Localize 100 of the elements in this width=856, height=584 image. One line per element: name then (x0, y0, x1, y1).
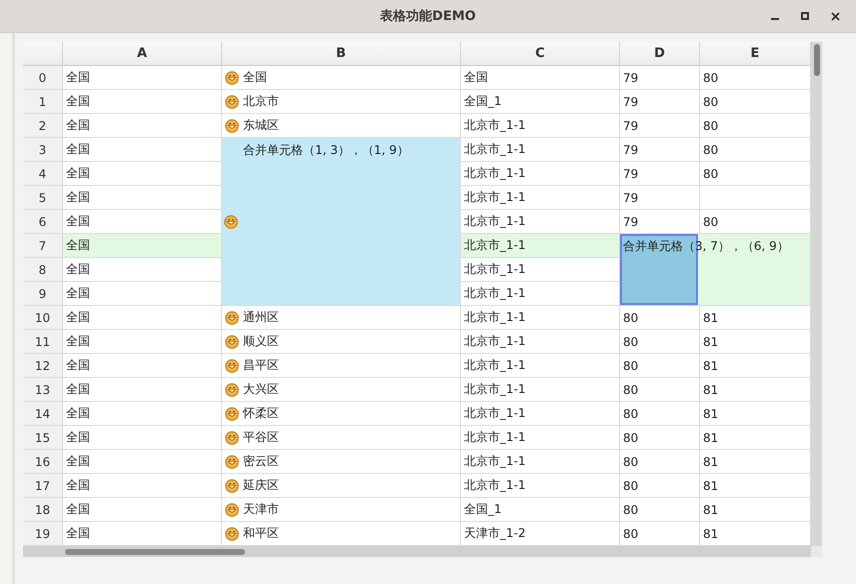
column-header[interactable]: E (700, 42, 811, 66)
table-cell: 80 (620, 402, 700, 426)
table-cell: 80 (700, 90, 811, 114)
table-cell: 全国 (63, 162, 222, 186)
row-header[interactable]: 13 (23, 378, 63, 402)
table-cell: 79 (620, 210, 700, 234)
table-cell: 80 (700, 210, 811, 234)
scrollbar-corner (811, 546, 822, 557)
table-cell: 81 (700, 402, 811, 426)
row-header[interactable]: 11 (23, 330, 63, 354)
row-header[interactable]: 15 (23, 426, 63, 450)
row-header[interactable]: 0 (23, 66, 63, 90)
table-cell: 全国 (63, 426, 222, 450)
table-cell: 80 (620, 522, 700, 546)
table-cell: 北京市_1-1 (461, 282, 620, 306)
smiley-icon (225, 478, 239, 492)
table-cell: 79 (620, 114, 700, 138)
table-cell: 北京市_1-1 (461, 258, 620, 282)
table-cell: 81 (700, 378, 811, 402)
table-cell: 北京市_1-1 (461, 162, 620, 186)
table-cell: 80 (620, 498, 700, 522)
smiley-icon (225, 358, 239, 372)
cell-text: 昌平区 (243, 357, 279, 374)
row-header[interactable]: 5 (23, 186, 63, 210)
table-cell: 天津市_1-2 (461, 522, 620, 546)
close-icon (830, 12, 840, 20)
table-cell: 81 (700, 450, 811, 474)
table-cell: 79 (620, 66, 700, 90)
cell-text: 怀柔区 (243, 405, 279, 422)
cell-text: 和平区 (243, 525, 279, 542)
smiley-icon (225, 502, 239, 516)
table-cell: 北京市_1-1 (461, 186, 620, 210)
table-cell: 80 (700, 162, 811, 186)
table-cell: 全国 (63, 114, 222, 138)
cell-text: 顺义区 (243, 333, 279, 350)
table-cell: 北京市_1-1 (461, 450, 620, 474)
row-header[interactable]: 1 (23, 90, 63, 114)
row-header[interactable]: 19 (23, 522, 63, 546)
smiley-icon (225, 310, 239, 324)
table-cell: 北京市_1-1 (461, 378, 620, 402)
table-cell: 81 (700, 474, 811, 498)
table-cell: 81 (700, 522, 811, 546)
row-header[interactable]: 16 (23, 450, 63, 474)
row-header[interactable]: 14 (23, 402, 63, 426)
table-cell: 79 (620, 138, 700, 162)
table-cell: 北京市_1-1 (461, 210, 620, 234)
row-header[interactable]: 12 (23, 354, 63, 378)
cell-text: 合并单元格（1, 3），（1, 9） (242, 142, 410, 159)
table-cell: 79 (620, 186, 700, 210)
column-header[interactable]: D (620, 42, 700, 66)
table-cell: 80 (700, 138, 811, 162)
table-cell: 全国 (63, 282, 222, 306)
table-cell: 北京市_1-1 (461, 138, 620, 162)
smiley-icon (225, 382, 239, 396)
table-cell: 全国 (63, 306, 222, 330)
table-cell: 全国 (63, 354, 222, 378)
horizontal-scrollbar[interactable] (23, 546, 811, 557)
row-header[interactable]: 8 (23, 258, 63, 282)
cell-text: 大兴区 (243, 381, 279, 398)
row-header[interactable]: 3 (23, 138, 63, 162)
column-header[interactable]: A (63, 42, 222, 66)
table-cell: 全国 (63, 66, 222, 90)
column-header[interactable]: C (461, 42, 620, 66)
row-header[interactable]: 10 (23, 306, 63, 330)
row-header[interactable]: 7 (23, 234, 63, 258)
row-header[interactable]: 2 (23, 114, 63, 138)
table-cell: 北京市_1-1 (461, 114, 620, 138)
cell-text: 密云区 (243, 453, 279, 470)
row-header[interactable]: 9 (23, 282, 63, 306)
table-cell: 80 (620, 474, 700, 498)
cell-text: 天津市 (243, 501, 279, 518)
table-cell: 全国 (63, 234, 222, 258)
cell-text: 延庆区 (243, 477, 279, 494)
table-cell: 北京市_1-1 (461, 474, 620, 498)
cell-text: 全国 (243, 69, 267, 86)
table-cell: 全国 (63, 330, 222, 354)
table-cell: 全国 (63, 210, 222, 234)
table-cell: 81 (700, 354, 811, 378)
table-cell: 81 (700, 306, 811, 330)
table-cell: 80 (620, 426, 700, 450)
table-cell: 北京市_1-1 (461, 306, 620, 330)
table-cell: 80 (620, 330, 700, 354)
row-header[interactable]: 17 (23, 474, 63, 498)
vertical-scrollbar[interactable] (811, 42, 822, 546)
cell-text: 通州区 (243, 309, 279, 326)
cell-text: 平谷区 (243, 429, 279, 446)
row-header[interactable]: 4 (23, 162, 63, 186)
column-header[interactable]: B (222, 42, 461, 66)
table-cell: 北京市_1-1 (461, 330, 620, 354)
table-cell: 全国 (63, 186, 222, 210)
table-cell: 全国 (63, 138, 222, 162)
table-cell: 全国 (63, 450, 222, 474)
row-header[interactable]: 6 (23, 210, 63, 234)
table-cell: 北京市_1-1 (461, 426, 620, 450)
maximize-icon (801, 12, 809, 20)
smiley-icon (225, 526, 239, 540)
table-cell: 80 (620, 450, 700, 474)
table-cell: 全国 (63, 378, 222, 402)
row-header[interactable]: 18 (23, 498, 63, 522)
table-cell: 79 (620, 162, 700, 186)
